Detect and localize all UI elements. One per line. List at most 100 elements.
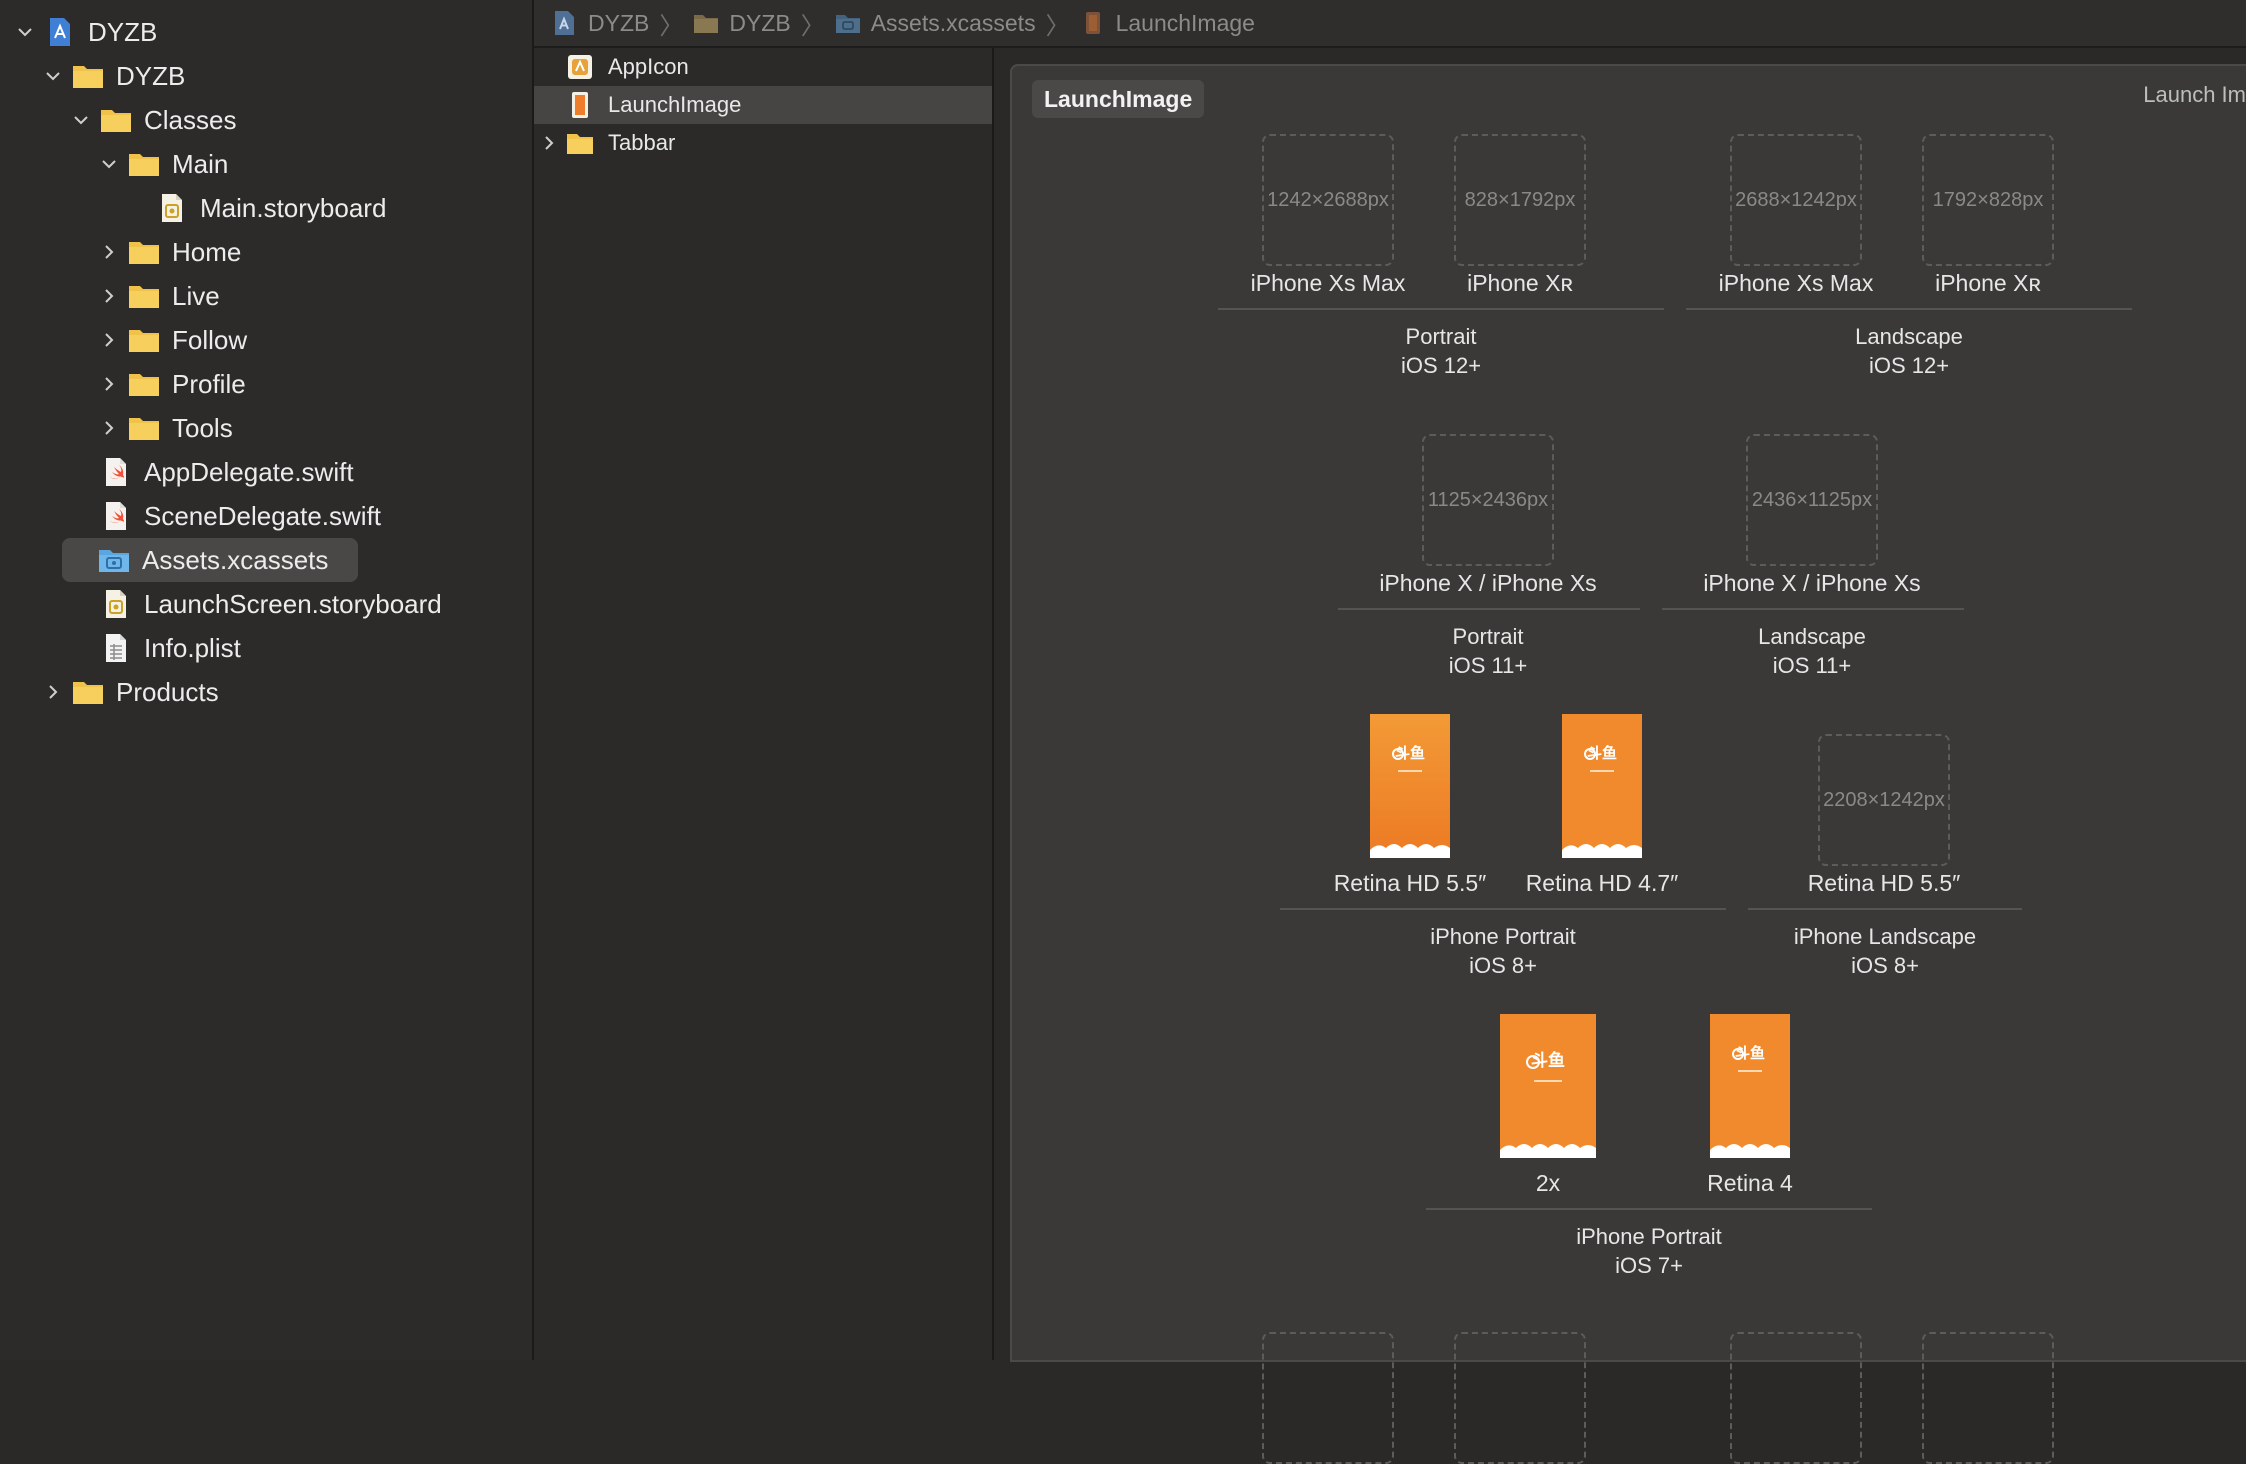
jump-bar: DYZB 〉 DYZB 〉 Assets.xcassets 〉 LaunchIm… xyxy=(534,0,2246,48)
nav-item-label: Follow xyxy=(172,324,248,355)
nav-item-info-plist[interactable]: Info.plist xyxy=(70,626,241,670)
group-label: iPhone Portrait iOS 7+ xyxy=(1479,1222,1819,1280)
group-label: iPhone Landscape iOS 8+ xyxy=(1715,922,2055,980)
asset-item-tabbar[interactable]: Tabbar xyxy=(534,124,992,162)
nav-item-label: DYZB xyxy=(116,60,186,91)
chevron-down-icon[interactable] xyxy=(98,153,120,175)
nav-item-label: DYZB xyxy=(88,16,158,47)
slot-iphone-xr-landscape[interactable]: 1792×828px xyxy=(1922,134,2054,266)
asset-item-label: AppIcon xyxy=(608,54,689,79)
chevron-right-icon[interactable] xyxy=(98,373,120,395)
nav-item-main-storyboard[interactable]: Main.storyboard xyxy=(126,186,386,230)
group-label: Portrait iOS 11+ xyxy=(1318,622,1658,680)
slot-size-label: 828×1792px xyxy=(1464,188,1576,211)
chevron-down-icon[interactable] xyxy=(70,109,92,131)
group-divider xyxy=(1280,908,1726,910)
slot-label: iPhone Xʀ xyxy=(1935,270,2041,296)
chevron-right-icon[interactable] xyxy=(98,285,120,307)
chevron-right-icon[interactable] xyxy=(98,329,120,351)
nav-item-folder-profile[interactable]: Profile xyxy=(98,362,246,406)
launch-image-thumbnail[interactable]: 斗鱼 xyxy=(1562,714,1642,858)
slot-retina-hd-5-5-landscape[interactable]: 2208×1242px xyxy=(1818,734,1950,866)
launchimage-icon xyxy=(566,91,594,119)
slot-label: Retina HD 4.7″ xyxy=(1525,870,1679,896)
breadcrumb-project[interactable]: DYZB xyxy=(552,10,649,37)
slot-iphone-xs-max-portrait[interactable]: 1242×2688px xyxy=(1262,134,1394,266)
project-icon xyxy=(552,10,578,36)
launch-image-thumbnail[interactable]: 斗鱼 xyxy=(1710,1014,1790,1158)
nav-item-assets-xcassets[interactable]: Assets.xcassets xyxy=(61,538,359,582)
nav-item-label: Tools xyxy=(172,412,233,443)
chevron-down-icon[interactable] xyxy=(14,21,36,43)
appicon-icon xyxy=(566,53,594,81)
group-ios-version: iOS 11+ xyxy=(1772,653,1852,678)
nav-item-folder-products[interactable]: Products xyxy=(42,670,219,714)
slot-placeholder[interactable] xyxy=(1922,1332,2054,1464)
nav-item-label: LaunchScreen.storyboard xyxy=(144,588,442,619)
breadcrumb-launchimage[interactable]: LaunchImage xyxy=(1080,10,1255,37)
folder-icon xyxy=(693,10,719,36)
slot-placeholder[interactable] xyxy=(1730,1332,1862,1464)
nav-item-label: Classes xyxy=(144,104,237,135)
nav-item-project[interactable]: DYZB xyxy=(14,10,157,54)
nav-item-appdelegate[interactable]: AppDelegate.swift xyxy=(70,450,354,494)
nav-item-label: Profile xyxy=(172,368,246,399)
image-set-title[interactable]: LaunchImage xyxy=(1032,80,1205,118)
nav-item-label: SceneDelegate.swift xyxy=(144,500,382,531)
nav-item-label: Products xyxy=(116,676,219,707)
group-orientation: iPhone Landscape xyxy=(1793,924,1977,949)
nav-item-folder-live[interactable]: Live xyxy=(98,274,220,318)
nav-item-folder-home[interactable]: Home xyxy=(98,230,241,274)
slot-label: iPhone X / iPhone Xs xyxy=(1379,570,1597,596)
slot-label: Retina 4 xyxy=(1707,1170,1793,1196)
folder-icon xyxy=(72,678,104,706)
xcassets-icon xyxy=(835,10,861,36)
nav-item-label: Main.storyboard xyxy=(200,192,387,223)
nav-item-folder-main[interactable]: Main xyxy=(98,142,228,186)
breadcrumb-label: Assets.xcassets xyxy=(870,9,1036,36)
swift-file-icon xyxy=(104,501,128,531)
group-orientation: Landscape xyxy=(1758,624,1866,649)
nav-item-folder-dyzb[interactable]: DYZB xyxy=(42,54,185,98)
breadcrumb-label: LaunchImage xyxy=(1115,9,1255,36)
slot-label: iPhone Xʀ xyxy=(1467,270,1573,296)
storyboard-icon xyxy=(160,193,184,223)
breadcrumb-xcassets[interactable]: Assets.xcassets xyxy=(835,10,1036,37)
slot-placeholder[interactable] xyxy=(1454,1332,1586,1464)
slot-iphone-xs-max-landscape[interactable]: 2688×1242px xyxy=(1730,134,1862,266)
xcassets-icon xyxy=(98,546,130,574)
group-ios-version: iOS 11+ xyxy=(1448,653,1528,678)
chevron-right-icon[interactable] xyxy=(542,135,560,151)
slot-label: Retina HD 5.5″ xyxy=(1807,870,1961,896)
breadcrumb-folder[interactable]: DYZB xyxy=(693,10,791,37)
folder-icon xyxy=(100,106,132,134)
launch-image-thumbnail[interactable]: 斗鱼 xyxy=(1500,1014,1596,1158)
launchimage-set-panel: LaunchImage Launch Im 1242×2688px 828×17… xyxy=(1010,64,2246,1464)
asset-item-appicon[interactable]: AppIcon xyxy=(534,48,992,86)
chevron-right-icon[interactable] xyxy=(42,681,64,703)
group-ios-version: iOS 7+ xyxy=(1615,1253,1683,1278)
project-navigator: DYZB DYZB Classes Main Main.storyboard H… xyxy=(0,0,534,1360)
nav-item-scenedelegate[interactable]: SceneDelegate.swift xyxy=(70,494,381,538)
slot-iphone-x-landscape[interactable]: 2436×1125px xyxy=(1746,434,1878,566)
nav-item-folder-classes[interactable]: Classes xyxy=(70,98,236,142)
nav-item-launchscreen-storyboard[interactable]: LaunchScreen.storyboard xyxy=(70,582,442,626)
group-ios-version: iOS 12+ xyxy=(1868,353,1950,378)
launch-image-thumbnail[interactable]: 斗鱼 xyxy=(1370,714,1450,858)
nav-item-folder-follow[interactable]: Follow xyxy=(98,318,247,362)
chevron-down-icon[interactable] xyxy=(42,65,64,87)
chevron-right-icon[interactable] xyxy=(98,417,120,439)
group-divider xyxy=(1686,308,2132,310)
chevron-right-icon[interactable] xyxy=(98,241,120,263)
group-label: iPhone Portrait iOS 8+ xyxy=(1333,922,1673,980)
asset-item-launchimage[interactable]: LaunchImage xyxy=(534,86,992,124)
slot-placeholder[interactable] xyxy=(1262,1332,1394,1464)
slot-size-label: 1125×2436px xyxy=(1427,488,1549,511)
folder-icon xyxy=(128,238,160,266)
group-label: Landscape iOS 11+ xyxy=(1642,622,1982,680)
nav-item-folder-tools[interactable]: Tools xyxy=(98,406,233,450)
slot-iphone-xr-portrait[interactable]: 828×1792px xyxy=(1454,134,1586,266)
group-orientation: Landscape xyxy=(1855,324,1963,349)
slot-iphone-x-portrait[interactable]: 1125×2436px xyxy=(1422,434,1554,566)
group-divider xyxy=(1218,308,1664,310)
